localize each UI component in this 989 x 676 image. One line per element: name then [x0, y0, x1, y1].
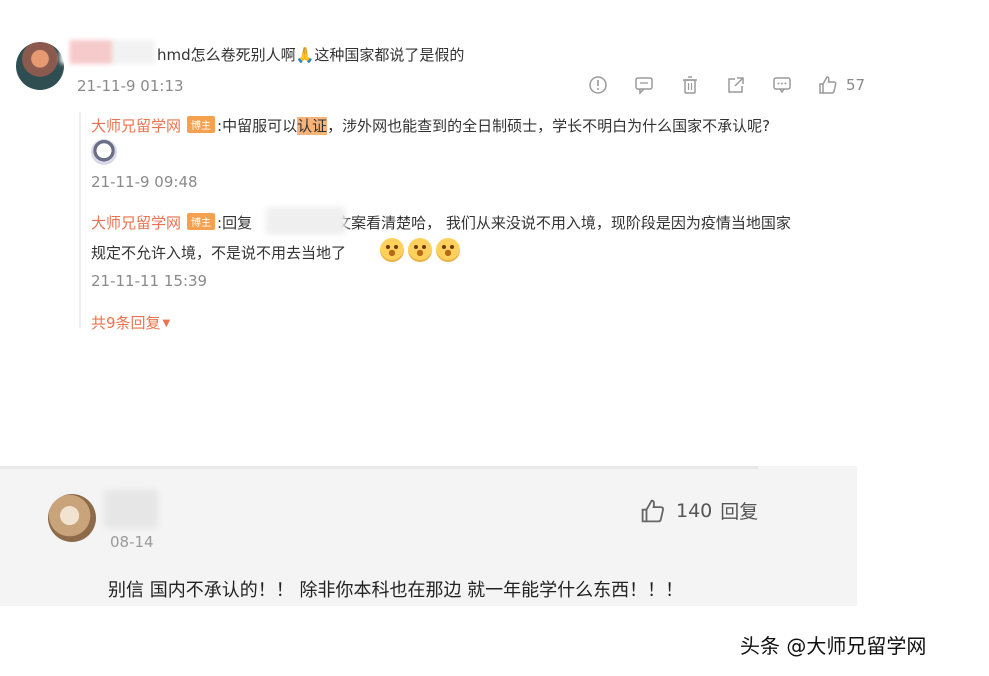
- reply-username[interactable]: 大师兄留学网: [91, 117, 181, 135]
- info-icon[interactable]: [588, 75, 608, 95]
- author-badge: 博主: [187, 213, 216, 230]
- comment-icon[interactable]: [772, 75, 792, 95]
- reply-username[interactable]: 大师兄留学网: [91, 214, 181, 232]
- blurred-username: [266, 207, 346, 235]
- like-count: 140: [676, 499, 713, 522]
- like-button[interactable]: 57: [818, 75, 865, 95]
- avatar[interactable]: [16, 42, 64, 90]
- message-icon[interactable]: [634, 75, 654, 95]
- fearful-face-icon: [380, 238, 404, 262]
- fearful-face-icon: [436, 238, 460, 262]
- reply-timestamp: 21-11-11 15:39: [91, 272, 208, 290]
- trash-icon[interactable]: [680, 75, 700, 95]
- avatar[interactable]: [48, 494, 96, 542]
- caret-down-icon: ▼: [162, 318, 171, 329]
- reply-button[interactable]: 回复: [720, 497, 758, 524]
- more-replies-link[interactable]: 共9条回复 ▼: [91, 312, 170, 333]
- reply-text: 大师兄留学网 博主:回复 文案看清楚哈， 我们从来没说不用入境，现阶段是因为疫情当地…: [91, 212, 791, 233]
- comment-timestamp: 21-11-9 01:13: [77, 77, 184, 95]
- reply-thread-line: [79, 112, 81, 328]
- like-count: 57: [846, 76, 866, 94]
- reply-content-post: 文案看清楚哈， 我们从来没说不用入境，现阶段是因为疫情当地国家: [336, 214, 791, 232]
- watermark: 头条 @大师兄留学网: [740, 634, 927, 658]
- divider: [0, 466, 758, 469]
- comment-actions: 57: [588, 72, 865, 98]
- reply-text: 大师兄留学网 博主:中留服可以认证，涉外网也能查到的全日制硕士，学长不明白为什么国…: [91, 115, 770, 136]
- blurred-username: [60, 40, 155, 64]
- comment-text: 别信 国内不承认的！！ 除非你本科也在那边 就一年能学什么东西！！！: [108, 580, 684, 601]
- author-badge: 博主: [187, 116, 216, 133]
- comment-text: hmd怎么卷死别人啊🙏这种国家都说了是假的: [157, 46, 465, 64]
- more-replies-label: 共9条回复: [91, 314, 161, 332]
- highlighted-keyword: 认证: [297, 117, 328, 135]
- thumbs-up-icon[interactable]: [640, 498, 666, 524]
- reply-text-line2: 规定不允许入境，不是说不用去当地了: [91, 244, 347, 262]
- thumbs-up-icon: [818, 75, 838, 95]
- reply-timestamp: 21-11-9 09:48: [91, 173, 198, 191]
- comment-actions: 140 回复: [640, 497, 758, 524]
- reply-content-pre: :中留服可以: [217, 117, 298, 135]
- comment-date: 08-14: [110, 533, 154, 551]
- blurred-username: [104, 490, 158, 528]
- reply-content-post: ，涉外网也能查到的全日制硕士，学长不明白为什么国家不承认呢?: [327, 117, 771, 135]
- sticker-emoji: [91, 139, 117, 165]
- fearful-face-icon: [408, 238, 432, 262]
- reply-content-pre: :回复: [217, 214, 253, 232]
- share-icon[interactable]: [726, 75, 746, 95]
- emoji-group: [380, 238, 460, 262]
